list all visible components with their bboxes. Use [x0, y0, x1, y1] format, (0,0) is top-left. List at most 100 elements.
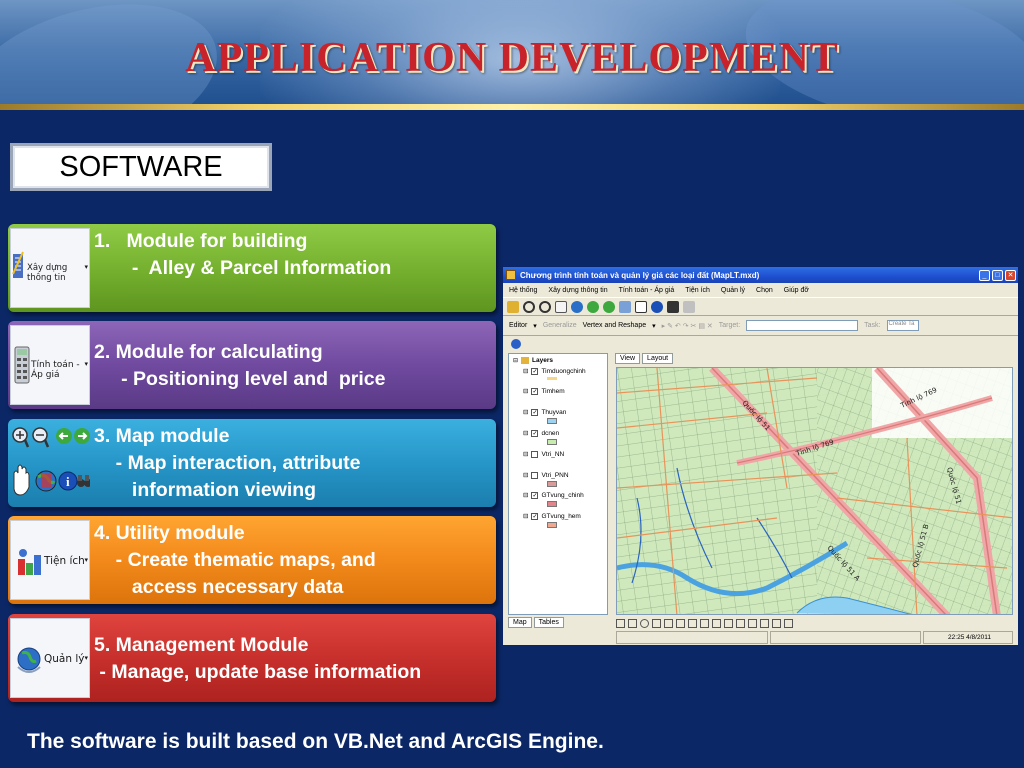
section-label: SOFTWARE	[10, 143, 272, 191]
calculating-tool-label: Tính toán - Áp giá	[31, 360, 80, 380]
layer-checkbox[interactable]: ✓	[531, 387, 539, 395]
editor-menu[interactable]: Editor	[509, 322, 527, 329]
module-text: 4. Utility module - Create thematic maps…	[94, 520, 488, 601]
layer-item[interactable]: ⊟ ✓ Timhem	[523, 387, 565, 395]
layer-checkbox[interactable]: ✓	[531, 491, 539, 499]
svg-text:i: i	[66, 474, 70, 489]
rotate-tool-icon[interactable]	[688, 618, 697, 628]
map-toolbar	[503, 297, 1018, 316]
back-arrow-icon[interactable]	[56, 428, 72, 444]
layer-checkbox[interactable]: ✓	[531, 429, 539, 437]
management-module-button[interactable]: Quản lý ▾	[10, 618, 90, 698]
tab-layout[interactable]: Layout	[642, 353, 674, 364]
nudge-tool-icon[interactable]	[748, 618, 757, 628]
chevron-down-icon[interactable]: ▾	[533, 322, 537, 330]
align-tool-icon[interactable]	[712, 618, 721, 628]
module-text: 3. Map module - Map interaction, attribu…	[94, 423, 488, 504]
zoom-out-icon[interactable]	[32, 427, 50, 448]
sketch-tool-icon[interactable]: ▸ ✎ ↶ ↷ ✂ ▤ ✕	[662, 322, 713, 330]
status-bar: 22:25 4/8/2011	[616, 631, 1013, 644]
building-module-button[interactable]: Xây dựng thông tin ▾	[10, 228, 90, 308]
pan-icon[interactable]	[555, 300, 567, 313]
module-line: - Alley & Parcel Information	[94, 257, 392, 279]
add-data-icon[interactable]	[507, 300, 519, 313]
select-features-icon[interactable]	[619, 300, 631, 313]
layer-swatch	[547, 418, 557, 424]
snap-tool-icon[interactable]	[760, 618, 769, 628]
layer-checkbox[interactable]	[531, 450, 539, 458]
layout-tool-icon[interactable]	[772, 618, 781, 628]
target-select[interactable]	[746, 320, 859, 331]
layer-item[interactable]: ⊟ ✓ dcnen	[523, 429, 559, 437]
text-tool-icon[interactable]	[676, 618, 685, 628]
chevron-down-icon: ▾	[84, 556, 88, 564]
layer-checkbox[interactable]: ✓	[531, 408, 539, 416]
chevron-down-icon: ▾	[84, 263, 88, 271]
collapse-icon[interactable]: ⊟	[513, 357, 518, 364]
management-globe-icon	[17, 647, 41, 673]
forward-icon[interactable]	[603, 300, 615, 313]
tab-map[interactable]: Map	[508, 617, 532, 628]
tab-view[interactable]: View	[615, 353, 641, 364]
forward-arrow-icon[interactable]	[74, 428, 90, 444]
expand-icon: ⊟	[523, 409, 529, 416]
task-mode-select[interactable]: Vertex and Reshape	[583, 322, 646, 329]
layer-checkbox[interactable]: ✓	[531, 512, 539, 520]
menu-item[interactable]: Chọn	[756, 287, 773, 294]
chevron-down-icon[interactable]: ▾	[652, 322, 656, 330]
menu-item[interactable]: Xây dựng thông tin	[548, 287, 607, 294]
pan-hand-icon[interactable]	[13, 464, 30, 496]
curve-tool-icon[interactable]	[664, 618, 673, 628]
footer-note: The software is built based on VB.Net an…	[27, 730, 604, 753]
globe-icon[interactable]	[35, 470, 57, 492]
generalize-button[interactable]: Generalize	[543, 322, 577, 329]
layer-item[interactable]: ⊟ Vtri_PNN	[523, 471, 569, 479]
zoom-in-icon[interactable]	[12, 427, 30, 448]
layer-item[interactable]: ⊟ ✓ GTvung_chinh	[523, 491, 584, 499]
utility-module-button[interactable]: Tiện ích ▾	[10, 520, 90, 600]
info-icon[interactable]: i	[58, 471, 78, 491]
toc-root[interactable]: ⊟ Layers	[513, 357, 553, 364]
binoculars-icon[interactable]	[77, 475, 90, 487]
status-segment	[769, 631, 921, 644]
line-tool-icon[interactable]	[652, 618, 661, 628]
layer-item[interactable]: ⊟ Vtri_NN	[523, 450, 564, 458]
distribute-tool-icon[interactable]	[724, 618, 733, 628]
minimize-button[interactable]: _	[979, 269, 990, 281]
layer-item[interactable]: ⊟ ✓ GTvung_hem	[523, 512, 581, 520]
maximize-button[interactable]: □	[992, 269, 1003, 281]
rectangle-tool-icon[interactable]	[628, 618, 637, 628]
layer-item[interactable]: ⊟ ✓ Timduongchinh	[523, 367, 586, 375]
tab-tables[interactable]: Tables	[533, 617, 564, 628]
select-arrow-icon[interactable]	[635, 300, 647, 313]
layer-checkbox[interactable]: ✓	[531, 367, 539, 375]
select-tool-icon[interactable]	[616, 618, 625, 628]
circle-tool-icon[interactable]	[640, 618, 649, 628]
module-text: 5. Management Module - Manage, update ba…	[94, 632, 488, 686]
menu-item[interactable]: Quản lý	[721, 287, 745, 294]
layer-swatch	[547, 522, 557, 528]
print-tool-icon[interactable]	[784, 618, 793, 628]
identify-icon[interactable]	[651, 300, 663, 313]
menu-item[interactable]: Hệ thống	[509, 287, 537, 294]
task-select[interactable]: Create Ta	[886, 320, 919, 331]
zoom-out-icon[interactable]	[539, 300, 551, 313]
order-tool-icon[interactable]	[736, 618, 745, 628]
map-canvas[interactable]: Tỉnh lộ 769 Tỉnh lộ 769 Quốc lộ 51 Quốc …	[616, 367, 1013, 615]
back-icon[interactable]	[587, 300, 599, 313]
layer-checkbox[interactable]	[531, 471, 539, 479]
full-extent-icon[interactable]	[571, 300, 583, 313]
find-icon[interactable]	[667, 300, 679, 313]
menu-item[interactable]: Giúp đỡ	[784, 287, 809, 294]
measure-icon[interactable]	[683, 300, 695, 313]
map-tools-panel: i	[10, 423, 90, 503]
zoom-in-icon[interactable]	[523, 300, 535, 313]
close-button[interactable]: ✕	[1005, 269, 1016, 281]
menu-item[interactable]: Tính toán - Áp giá	[619, 287, 675, 294]
layer-item[interactable]: ⊟ ✓ Thuyvan	[523, 408, 566, 416]
calculating-module-button[interactable]: Tính toán - Áp giá ▾	[10, 325, 90, 405]
group-tool-icon[interactable]	[700, 618, 709, 628]
menu-item[interactable]: Tiện ích	[685, 287, 710, 294]
layer-swatch	[547, 377, 557, 380]
info-icon[interactable]	[511, 339, 521, 349]
